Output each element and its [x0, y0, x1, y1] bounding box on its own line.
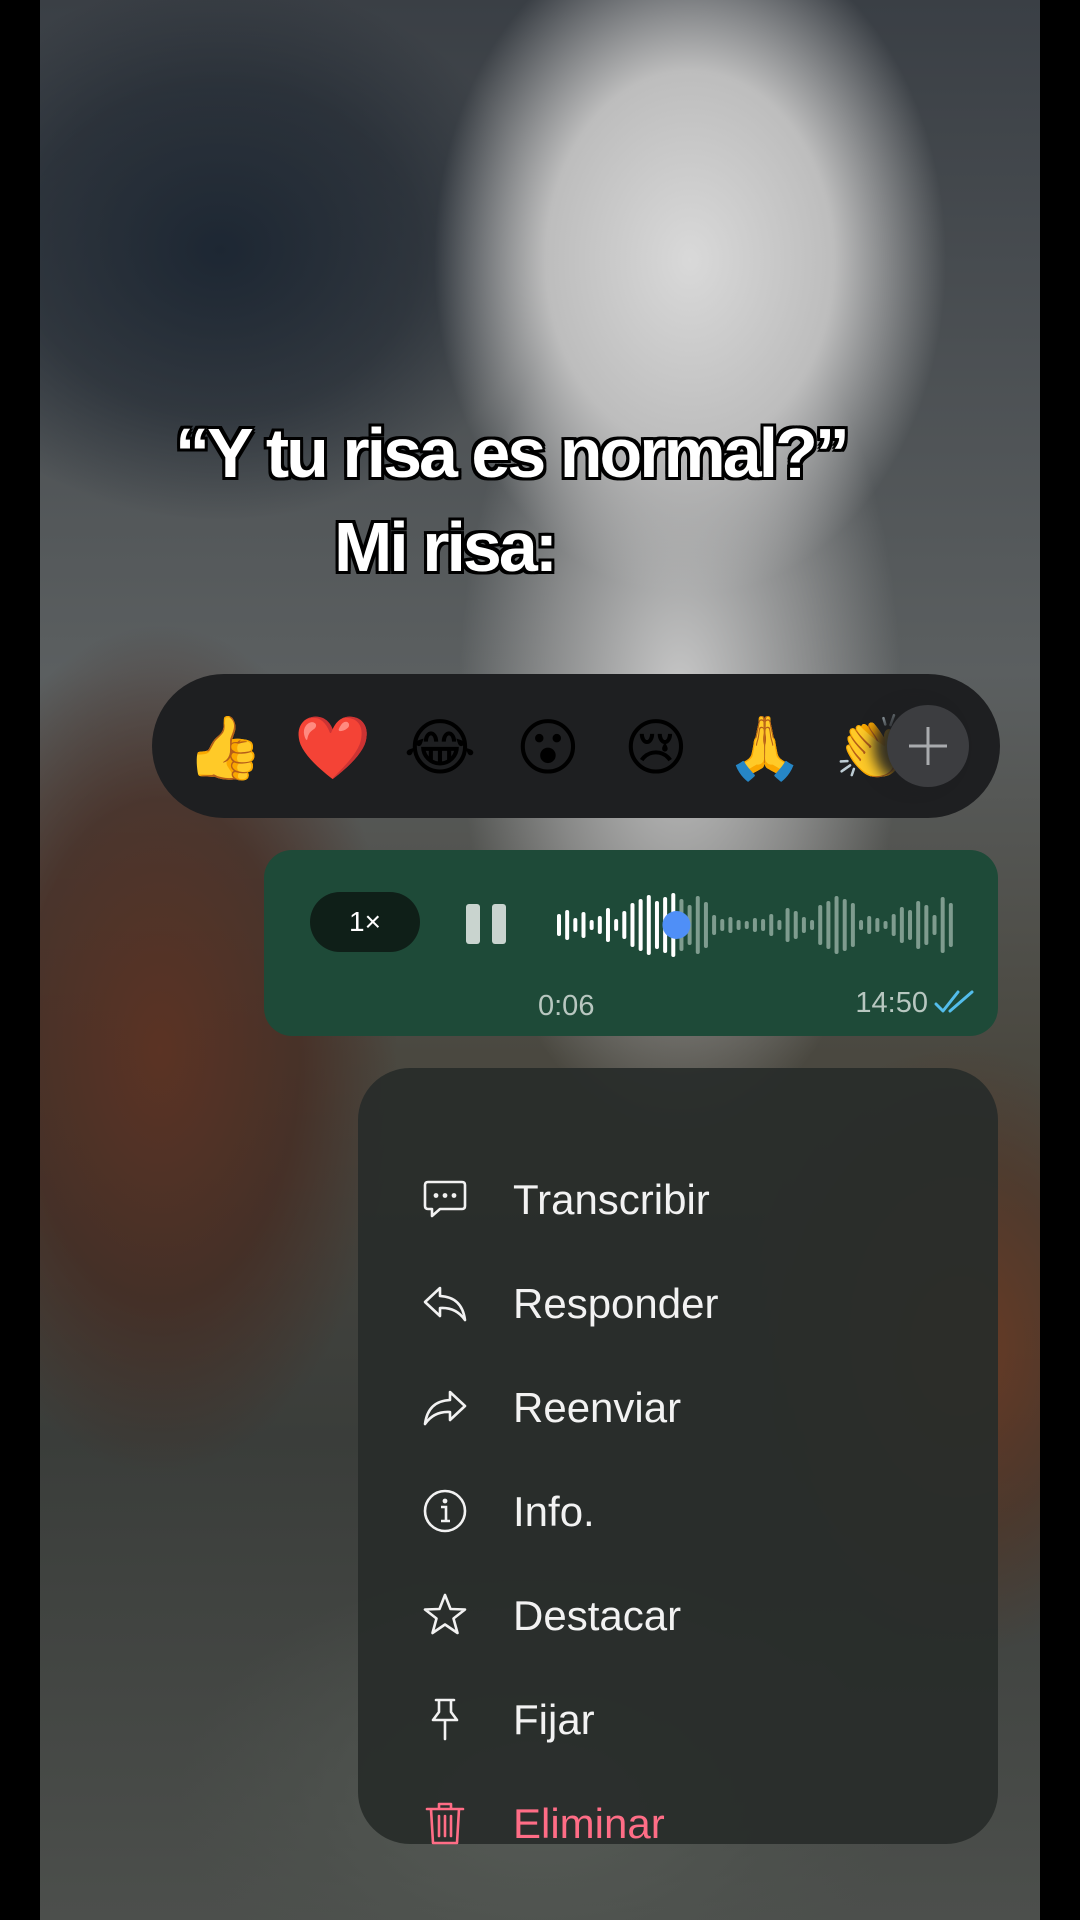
menu-fijar[interactable]: Fijar: [358, 1666, 998, 1770]
waveform-bar: [859, 920, 864, 930]
waveform-bar: [654, 901, 659, 949]
waveform-bar: [834, 896, 839, 954]
playback-speed-button[interactable]: 1×: [310, 892, 420, 952]
waveform-bar: [614, 919, 619, 931]
waveform[interactable]: [556, 890, 956, 960]
trash-icon: [425, 1802, 465, 1845]
reaction-folded-hands[interactable]: 🙏: [726, 710, 803, 786]
waveform-bar: [867, 916, 872, 934]
menu-label: Destacar: [513, 1592, 682, 1639]
menu-transcribir[interactable]: Transcribir: [358, 1146, 998, 1250]
info-icon: [423, 1489, 467, 1533]
waveform-bar: [703, 902, 708, 948]
double-check-icon: [934, 990, 974, 1013]
waveform-bar: [646, 895, 651, 955]
sent-time: 14:50: [855, 987, 928, 1019]
waveform-bar: [581, 912, 586, 938]
pause-icon[interactable]: [466, 904, 506, 944]
menu-info[interactable]: Info.: [358, 1458, 998, 1562]
pin-icon: [431, 1698, 459, 1741]
waveform-bar: [622, 911, 627, 939]
caption-line-1: “Y tu risa es normal?”: [175, 414, 850, 492]
waveform-bar: [818, 905, 823, 945]
waveform-bar: [785, 908, 790, 942]
forward-icon: [423, 1390, 467, 1426]
menu-label: Responder: [513, 1280, 719, 1327]
menu-eliminar[interactable]: Eliminar: [358, 1770, 998, 1874]
menu-label: Eliminar: [513, 1800, 665, 1847]
voice-message-bubble[interactable]: 1× 0:06 14:50: [264, 850, 998, 1036]
waveform-bar: [801, 917, 806, 933]
elapsed-time: 0:06: [538, 990, 595, 1022]
playback-thumb[interactable]: [662, 911, 691, 939]
waveform-bar: [736, 920, 741, 930]
reaction-thumbs-up[interactable]: 👍: [186, 710, 263, 786]
waveform-bar: [924, 905, 929, 945]
waveform-bar: [826, 901, 831, 949]
waveform-bar: [720, 919, 725, 931]
waveform-bar: [940, 897, 945, 953]
waveform-bar: [565, 910, 570, 940]
waveform-bar: [908, 910, 913, 940]
waveform-bar: [695, 896, 700, 954]
plus-icon[interactable]: [887, 705, 969, 787]
speech-bubble-icon: [423, 1180, 467, 1218]
menu-label: Transcribir: [513, 1176, 710, 1223]
waveform-bar: [899, 907, 904, 943]
waveform-bar: [638, 899, 643, 951]
caption-line-2: Mi risa:: [334, 508, 558, 586]
waveform-bar: [891, 914, 896, 936]
menu-label: Reenviar: [513, 1384, 682, 1431]
menu-responder[interactable]: Responder: [358, 1250, 998, 1354]
waveform-bar: [810, 920, 815, 930]
waveform-bar: [842, 899, 847, 951]
waveform-bar: [744, 921, 749, 929]
reaction-bar: 👍 ❤️ 😂 😮 😢 🙏 👏: [152, 674, 1000, 818]
waveform-bar: [793, 911, 798, 939]
reaction-crying[interactable]: 😢: [618, 710, 694, 786]
waveform-bar: [948, 903, 953, 947]
waveform-bar: [777, 920, 782, 930]
context-menu: Transcribir Responder Reenviar Info. Des…: [358, 1068, 998, 1847]
waveform-bar: [875, 918, 880, 932]
menu-label: Info.: [513, 1488, 595, 1535]
waveform-bar: [752, 918, 757, 932]
waveform-bar: [712, 915, 717, 935]
reaction-heart[interactable]: ❤️: [294, 710, 371, 786]
menu-destacar[interactable]: Destacar: [358, 1562, 998, 1666]
reaction-tears-of-joy[interactable]: 😂: [402, 710, 478, 786]
waveform-bar: [916, 901, 921, 949]
star-icon: [423, 1593, 467, 1635]
waveform-bar: [589, 920, 594, 930]
waveform-bar: [769, 914, 774, 936]
waveform-bar: [597, 916, 602, 934]
menu-reenviar[interactable]: Reenviar: [358, 1354, 998, 1458]
waveform-bar: [850, 903, 855, 947]
waveform-bar: [761, 919, 766, 931]
waveform-bar: [557, 914, 561, 936]
waveform-bar: [630, 903, 635, 947]
waveform-bar: [883, 921, 888, 929]
waveform-bar: [605, 908, 610, 942]
waveform-bar: [573, 918, 578, 932]
menu-label: Fijar: [513, 1696, 595, 1743]
reaction-surprised[interactable]: 😮: [510, 710, 586, 786]
waveform-bar: [932, 915, 937, 935]
reply-icon: [423, 1286, 467, 1322]
waveform-bar: [728, 917, 733, 933]
